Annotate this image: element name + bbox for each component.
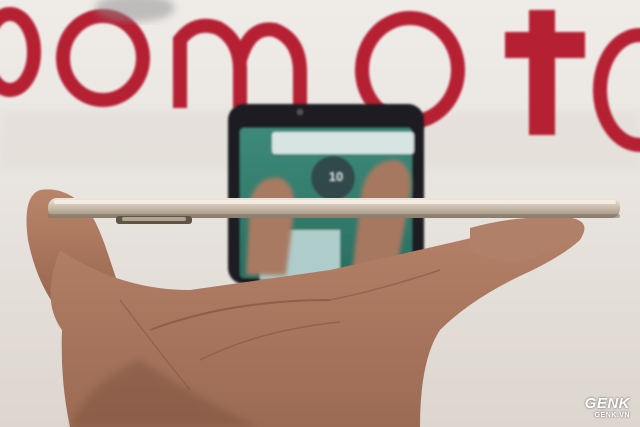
watermark-brand: GENK [584,395,630,412]
genk-watermark: GENK GENK.VN [585,396,630,419]
screen-clock: 10 [329,169,343,184]
photo-scene: 10 GENK GENK.VN [0,0,640,427]
photo-illustration: 10 [0,0,640,427]
watermark-site: GENK.VN [594,412,630,419]
